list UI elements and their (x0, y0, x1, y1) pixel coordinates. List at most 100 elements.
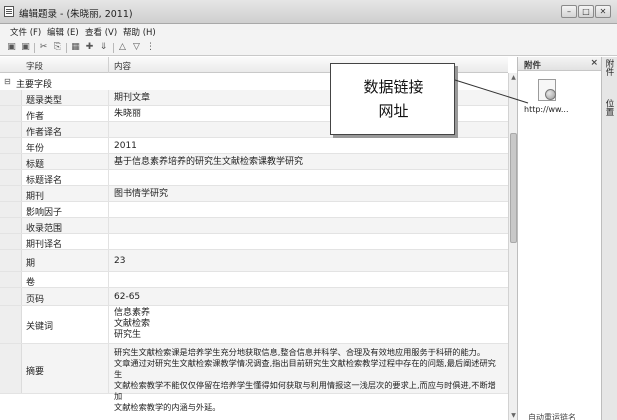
table-row[interactable]: 期 23 (0, 250, 508, 272)
title-bar: 编辑题录 - (朱晓丽, 2011) – □ ✕ (0, 0, 617, 24)
column-divider (108, 344, 109, 393)
column-divider (108, 202, 109, 217)
tab-label: 位置 (604, 99, 614, 116)
row-gutter (0, 218, 22, 233)
copy-icon[interactable]: ⎘ (52, 42, 63, 53)
vertical-scrollbar[interactable]: ▲ ▼ (508, 73, 517, 420)
field-value[interactable]: 2011 (114, 141, 504, 152)
table-row[interactable]: 关键词 信息素养 文献检索 研究生 (0, 306, 508, 344)
field-label: 关键词 (26, 322, 54, 332)
table-row[interactable]: 摘要 研究生文献检索课是培养学生充分地获取信息,整合信息并科学、合理及有效地应用… (0, 344, 508, 412)
scroll-up-icon[interactable]: ▲ (509, 73, 517, 82)
table-row[interactable]: 年份 2011 (0, 138, 508, 154)
column-divider (108, 306, 109, 343)
table-row[interactable]: 期刊译名 (0, 234, 508, 250)
row-gutter (0, 234, 22, 249)
down-icon[interactable]: ▽ (131, 42, 142, 53)
column-divider (108, 90, 109, 105)
scroll-thumb[interactable] (510, 133, 517, 243)
tab-location[interactable]: 位置 (604, 99, 616, 116)
field-label: 收录范围 (26, 224, 63, 234)
table-row[interactable]: 卷 (0, 272, 508, 288)
field-value[interactable]: 基于信息素养培养的研究生文献检索课教学研究 (114, 157, 504, 168)
abstract-line: 文章通过对研究生文献检索课教学情况调查,指出目前研究生文献检索教学过程中存在的问… (114, 358, 496, 379)
abstract-line: 文献检索教学的内涵与外延。 (114, 402, 221, 412)
keyword-item: 信息素养 (114, 308, 151, 318)
abstract-text[interactable]: 研究生文献检索课是培养学生充分地获取信息,整合信息并科学、合理及有效地应用服务于… (114, 347, 504, 413)
toolbar-separator (34, 43, 35, 53)
row-gutter (0, 250, 22, 271)
field-label: 页码 (26, 295, 45, 305)
more-icon[interactable]: ⋮ (145, 42, 156, 53)
up-icon[interactable]: △ (117, 42, 128, 53)
field-label: 期刊 (26, 192, 45, 202)
web-link-file-icon[interactable] (536, 79, 558, 103)
row-gutter (0, 202, 22, 217)
header-content[interactable]: 内容 (114, 60, 131, 72)
minimize-button[interactable]: – (561, 5, 577, 18)
header-field[interactable]: 字段 (26, 60, 43, 72)
tab-label: 附件 (604, 59, 614, 76)
field-value[interactable]: 62-65 (114, 292, 504, 303)
table-row[interactable]: 影响因子 (0, 202, 508, 218)
row-gutter (0, 106, 22, 121)
row-gutter (0, 90, 22, 105)
grid-icon[interactable]: ▦ (70, 42, 81, 53)
column-divider (108, 250, 109, 271)
column-divider (108, 106, 109, 121)
abstract-line: 文献检索教学不能仅仅停留在培养学生懂得如何获取与利用情报这一浅层次的要求上,而应… (114, 380, 496, 401)
save-icon[interactable]: ▣ (6, 42, 17, 53)
keyword-item: 文献检索 (114, 319, 151, 329)
close-button[interactable]: ✕ (595, 5, 611, 18)
tab-attachments[interactable]: 附件 (604, 59, 616, 76)
field-label: 题录类型 (26, 96, 63, 106)
field-value[interactable]: 23 (114, 256, 504, 267)
attachments-header: 附件 × (518, 57, 602, 71)
field-label: 作者 (26, 112, 45, 122)
table-row[interactable]: 页码 62-65 (0, 288, 508, 306)
side-tab-strip: 附件 位置 (601, 57, 617, 420)
menu-view[interactable]: 查看 (V) (85, 26, 117, 38)
column-divider (108, 234, 109, 249)
callout-text-line1: 数据链接 (363, 78, 424, 96)
column-divider (108, 138, 109, 153)
menu-edit[interactable]: 编辑 (E) (47, 26, 79, 38)
toolbar: ▣ ▣ ✂ ⎘ ▦ ✚ ⇓ △ ▽ ⋮ (0, 40, 617, 56)
table-row[interactable]: 期刊 图书情学研究 (0, 186, 508, 202)
scroll-down-icon[interactable]: ▼ (509, 411, 517, 420)
maximize-button[interactable]: □ (578, 5, 594, 18)
menu-file[interactable]: 文件 (F) (10, 26, 41, 38)
toolbar-separator (66, 43, 67, 53)
column-divider (108, 272, 109, 287)
field-label: 卷 (26, 278, 36, 288)
window-controls: – □ ✕ (560, 5, 611, 18)
column-divider (108, 218, 109, 233)
keyword-list[interactable]: 信息素养 文献检索 研究生 (114, 308, 504, 341)
field-rows: 题录类型 期刊文章 作者 朱晓丽 作者译名 年份 2011 标题 基于信息素养培… (0, 90, 508, 412)
row-gutter (0, 138, 22, 153)
collapse-icon[interactable]: ⊟ (4, 77, 13, 86)
callout-annotation: 数据链接 网址 (330, 63, 455, 135)
row-gutter (0, 154, 22, 169)
save-close-icon[interactable]: ▣ (20, 42, 31, 53)
pin-icon[interactable]: ✚ (84, 42, 95, 53)
menu-help[interactable]: 帮助 (H) (123, 26, 156, 38)
table-row[interactable]: 收录范围 (0, 218, 508, 234)
abstract-line: 研究生文献检索课是培养学生充分地获取信息,整合信息并科学、合理及有效地应用服务于… (114, 347, 486, 357)
attachments-close-icon[interactable]: × (590, 58, 598, 68)
row-gutter (0, 122, 22, 137)
row-gutter (0, 288, 22, 305)
cut-icon[interactable]: ✂ (38, 42, 49, 53)
header-divider[interactable] (108, 57, 109, 73)
field-label: 标题 (26, 160, 45, 170)
attachment-link-name[interactable]: http://ww... (524, 105, 569, 114)
field-label: 影响因子 (26, 208, 63, 218)
field-label: 期刊译名 (26, 240, 63, 250)
import-icon[interactable]: ⇓ (98, 42, 109, 53)
field-value[interactable]: 图书情学研究 (114, 189, 504, 200)
column-divider (108, 186, 109, 201)
table-row[interactable]: 标题译名 (0, 170, 508, 186)
row-gutter (0, 344, 22, 393)
table-row[interactable]: 标题 基于信息素养培养的研究生文献检索课教学研究 (0, 154, 508, 170)
field-label: 摘要 (26, 367, 45, 377)
